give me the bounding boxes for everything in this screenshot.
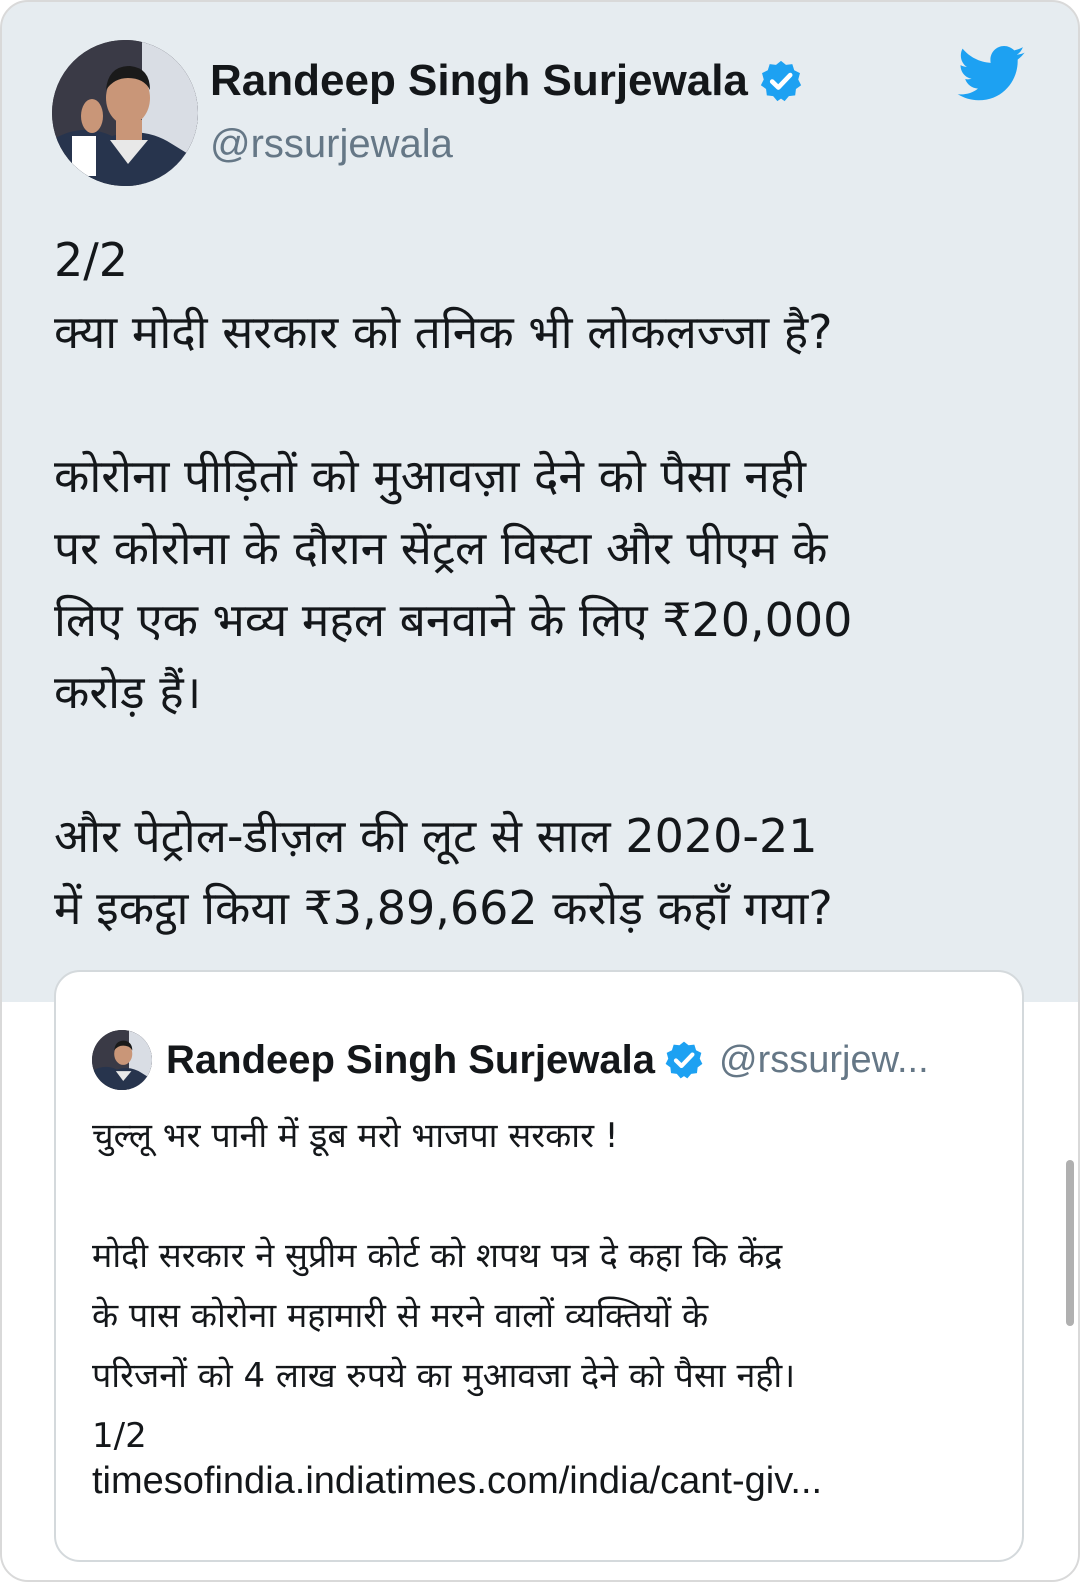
quoted-tweet-text: चुल्लू भर पानी में डूब मरो भाजपा सरकार !… — [92, 1116, 796, 1456]
quoted-author-name[interactable]: Randeep Singh Surjewala — [166, 1038, 655, 1083]
twitter-bird-icon[interactable] — [956, 46, 1026, 104]
author-name[interactable]: Randeep Singh Surjewala — [210, 56, 748, 106]
tweet-header: Randeep Singh Surjewala @rssurjewala — [52, 40, 1032, 190]
avatar-photo — [52, 40, 198, 186]
quoted-author-handle[interactable]: @rssurjew... — [719, 1039, 929, 1082]
verified-badge-icon — [760, 60, 802, 102]
author-name-row[interactable]: Randeep Singh Surjewala — [210, 56, 804, 106]
quoted-avatar-photo — [92, 1030, 152, 1090]
verified-badge-icon — [665, 1041, 703, 1079]
tweet-text: 2/2 क्या मोदी सरकार को तनिक भी लोकलज्जा … — [54, 233, 853, 935]
quoted-tweet[interactable]: Randeep Singh Surjewala @rssurjew... चुल… — [54, 970, 1024, 1562]
quoted-author-avatar[interactable] — [92, 1030, 152, 1090]
tweet-card: Randeep Singh Surjewala @rssurjewala 2/2… — [0, 0, 1080, 1582]
author-handle[interactable]: @rssurjewala — [210, 122, 453, 167]
author-avatar[interactable] — [52, 40, 198, 186]
quoted-tweet-header: Randeep Singh Surjewala @rssurjew... — [92, 1030, 929, 1090]
quoted-tweet-link[interactable]: timesofindia.indiatimes.com/india/cant-g… — [92, 1460, 822, 1503]
scrollbar-thumb[interactable] — [1066, 1160, 1074, 1326]
